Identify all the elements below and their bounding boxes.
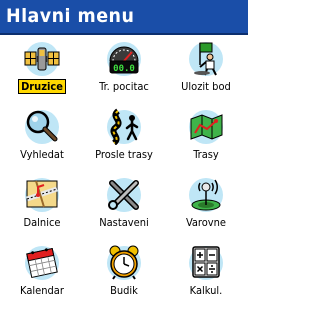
menu-item-label: Budik	[110, 284, 138, 297]
satellite-icon	[24, 42, 60, 76]
menu-item-nastaveni[interactable]: Nastaveni	[84, 171, 164, 237]
menu-item-label: Kalendar	[20, 284, 64, 297]
menu-item-dalnice[interactable]: Dalnice	[2, 171, 82, 237]
svg-text:00.0: 00.0	[113, 64, 135, 74]
trip-computer-icon: 00.0	[107, 42, 141, 76]
menu-item-label: Prosle trasy	[95, 148, 153, 161]
menu-item-label: Tr. pocitac	[99, 80, 149, 93]
menu-item-kalkul[interactable]: Kalkul.	[166, 239, 246, 305]
tracks-icon	[107, 108, 141, 145]
main-menu-screen: Hlavni menu Druzice 00.0 Tr. pocitac Ulo…	[0, 0, 248, 309]
calendar-icon	[25, 246, 59, 280]
magnifier-icon	[25, 110, 59, 144]
menu-item-varovne[interactable]: Varovne	[166, 171, 246, 237]
page-title: Hlavni menu	[6, 5, 135, 27]
menu-item-prosle-trasy[interactable]: Prosle trasy	[84, 103, 164, 169]
menu-item-label: Druzice	[18, 79, 66, 94]
calculator-icon	[189, 246, 223, 280]
menu-item-ulozit-bod[interactable]: Ulozit bod	[166, 35, 246, 101]
proximity-alarm-icon	[189, 178, 223, 212]
menu-item-trasy[interactable]: Trasy	[166, 103, 246, 169]
menu-item-label: Varovne	[185, 216, 227, 229]
menu-item-label: Vyhledat	[20, 148, 64, 161]
menu-item-budik[interactable]: Budik	[84, 239, 164, 305]
menu-item-druzice[interactable]: Druzice	[2, 35, 82, 101]
menu-item-label: Nastaveni	[99, 216, 149, 229]
save-waypoint-icon	[189, 42, 223, 76]
alarm-clock-icon	[107, 245, 141, 280]
menu-item-kalendar[interactable]: Kalendar	[2, 239, 82, 305]
menu-item-label: Trasy	[193, 148, 219, 161]
menu-item-label: Dalnice	[23, 216, 61, 229]
tools-icon	[107, 178, 141, 212]
menu-item-tr-pocitac[interactable]: 00.0 Tr. pocitac	[84, 35, 164, 101]
menu-item-label: Ulozit bod	[181, 80, 231, 93]
highway-icon	[25, 178, 59, 212]
title-bar: Hlavni menu	[0, 0, 248, 35]
menu-item-label: Kalkul.	[189, 284, 223, 297]
routes-icon	[189, 110, 223, 144]
menu-grid: Druzice 00.0 Tr. pocitac Ulozit bod Vyhl…	[0, 35, 248, 309]
menu-item-vyhledat[interactable]: Vyhledat	[2, 103, 82, 169]
